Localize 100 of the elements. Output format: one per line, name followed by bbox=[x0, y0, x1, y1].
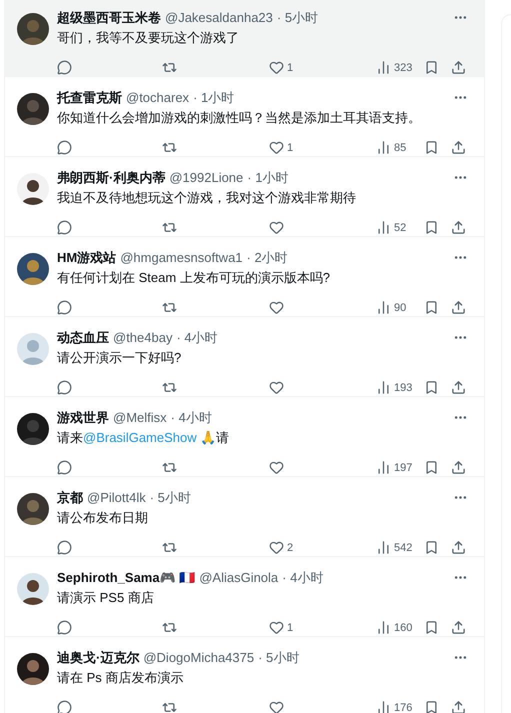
bookmark-icon[interactable] bbox=[424, 380, 440, 395]
share-icon[interactable] bbox=[451, 460, 466, 475]
reply-text: 请在 Ps 商店发布演示 bbox=[57, 669, 184, 687]
post-time: · 5小时 bbox=[276, 8, 318, 26]
reply-icon[interactable] bbox=[57, 220, 72, 235]
view-count: 323 bbox=[394, 62, 412, 74]
views-icon[interactable] bbox=[376, 460, 391, 475]
reply-text: 哥们，我等不及要玩这个游戏了 bbox=[57, 29, 240, 47]
like-icon[interactable] bbox=[269, 380, 284, 395]
author-handle: @AliasGinola bbox=[199, 570, 278, 585]
reply-icon[interactable] bbox=[57, 380, 72, 395]
share-icon[interactable] bbox=[451, 220, 466, 235]
repost-icon[interactable] bbox=[162, 220, 177, 235]
repost-icon[interactable] bbox=[162, 540, 177, 555]
view-count: 197 bbox=[394, 462, 412, 474]
reply-text: 有任何计划在 Steam 上发布可玩的演示版本吗? bbox=[57, 269, 332, 287]
author-name[interactable]: 弗朗西斯·利奥内蒂 bbox=[57, 168, 166, 186]
author-handle: @DiogoMicha4375 bbox=[143, 650, 254, 665]
author-name[interactable]: 超级墨西哥玉米卷 bbox=[57, 8, 161, 26]
reply-icon[interactable] bbox=[57, 620, 72, 635]
author-handle: @Melfisx bbox=[113, 410, 167, 425]
like-icon[interactable] bbox=[269, 700, 284, 713]
author-name[interactable]: 托查雷克斯 bbox=[57, 88, 122, 106]
share-icon[interactable] bbox=[451, 300, 466, 315]
bookmark-icon[interactable] bbox=[424, 140, 439, 155]
bookmark-icon[interactable] bbox=[424, 220, 439, 235]
share-icon[interactable] bbox=[451, 140, 466, 155]
author-handle: @tocharex bbox=[126, 90, 190, 105]
share-icon[interactable] bbox=[451, 620, 466, 635]
view-count: 542 bbox=[394, 542, 412, 554]
reply-text: 你知道什么会增加游戏的刺激性吗？当然是添加土耳其语支持。 bbox=[57, 109, 422, 127]
views-icon[interactable] bbox=[376, 220, 391, 235]
views-icon[interactable] bbox=[376, 380, 391, 395]
share-icon[interactable] bbox=[451, 380, 466, 395]
share-icon[interactable] bbox=[451, 700, 466, 713]
like-icon[interactable] bbox=[269, 540, 284, 555]
view-count: 52 bbox=[394, 222, 406, 234]
bookmark-icon[interactable] bbox=[424, 700, 440, 713]
reply-icon[interactable] bbox=[57, 700, 72, 713]
like-count: 1 bbox=[287, 142, 294, 154]
view-count: 193 bbox=[394, 382, 412, 394]
reply-icon[interactable] bbox=[57, 540, 72, 555]
author-handle: @hmgamesnsoftwa1 bbox=[120, 250, 243, 265]
post-time: · 4小时 bbox=[176, 328, 218, 346]
post-time: · 4小时 bbox=[170, 408, 212, 426]
reply-text: 请公开演示一下好吗? bbox=[57, 349, 182, 367]
bookmark-icon[interactable] bbox=[424, 620, 440, 635]
repost-icon[interactable] bbox=[162, 140, 177, 155]
author-handle: @Jakesaldanha23 bbox=[165, 10, 273, 25]
like-count: 2 bbox=[287, 542, 294, 554]
repost-icon[interactable] bbox=[162, 60, 177, 75]
share-icon[interactable] bbox=[451, 60, 466, 75]
reply-icon[interactable] bbox=[57, 300, 72, 315]
bookmark-icon[interactable] bbox=[424, 460, 440, 475]
author-name[interactable]: HM游戏站 bbox=[57, 248, 116, 266]
like-count: 1 bbox=[287, 62, 294, 74]
bookmark-icon[interactable] bbox=[424, 300, 439, 315]
views-icon[interactable] bbox=[376, 620, 391, 635]
author-handle: @1992Lione bbox=[169, 170, 244, 185]
repost-icon[interactable] bbox=[162, 620, 177, 635]
reply-icon[interactable] bbox=[57, 140, 72, 155]
bookmark-icon[interactable] bbox=[424, 60, 440, 75]
repost-icon[interactable] bbox=[162, 700, 177, 713]
like-count: 1 bbox=[287, 622, 294, 634]
views-icon[interactable] bbox=[376, 300, 391, 315]
post-time: · 5小时 bbox=[258, 648, 300, 666]
like-icon[interactable] bbox=[269, 620, 284, 635]
author-name[interactable]: Sephiroth_Sama🎮 🇫🇷 bbox=[57, 570, 196, 585]
views-icon[interactable] bbox=[376, 60, 391, 75]
repost-icon[interactable] bbox=[162, 460, 177, 475]
like-icon[interactable] bbox=[269, 460, 284, 475]
author-name[interactable]: 京都 bbox=[57, 488, 83, 506]
author-name[interactable]: 游戏世界 bbox=[57, 408, 109, 426]
repost-icon[interactable] bbox=[162, 380, 177, 395]
share-icon[interactable] bbox=[451, 540, 466, 555]
views-icon[interactable] bbox=[376, 700, 391, 713]
reply-text: 请来@BrasilGameShow 🙏请 bbox=[57, 429, 230, 447]
author-handle: @Pilott4lk bbox=[87, 490, 146, 505]
like-icon[interactable] bbox=[269, 60, 284, 75]
views-icon[interactable] bbox=[376, 540, 391, 555]
reply-icon[interactable] bbox=[57, 60, 72, 75]
author-handle: @the4bay bbox=[113, 330, 172, 345]
post-time: · 5小时 bbox=[150, 488, 191, 506]
author-name[interactable]: 动态血压 bbox=[57, 328, 109, 346]
view-count: 160 bbox=[394, 622, 412, 634]
author-name[interactable]: 迪奥戈·迈克尔 bbox=[57, 648, 140, 666]
like-icon[interactable] bbox=[269, 140, 284, 155]
views-icon[interactable] bbox=[376, 140, 391, 155]
reply-text: 请公布发布日期 bbox=[57, 509, 149, 527]
like-icon[interactable] bbox=[269, 220, 284, 235]
reply-icon[interactable] bbox=[57, 460, 72, 475]
reply-text: 请演示 PS5 商店 bbox=[57, 589, 155, 607]
view-count: 90 bbox=[394, 302, 406, 314]
bookmark-icon[interactable] bbox=[424, 540, 440, 555]
like-icon[interactable] bbox=[269, 300, 284, 315]
reply-card[interactable]: 超级墨西哥玉米卷 @Jakesaldanha23 · 5小时 哥们，我等不及要玩这个游戏了 1 323 bbox=[5, 0, 484, 77]
view-count: 176 bbox=[394, 702, 412, 713]
post-time: · 4小时 bbox=[282, 568, 324, 586]
repost-icon[interactable] bbox=[162, 300, 177, 315]
post-time: · 1小时 bbox=[193, 88, 234, 106]
